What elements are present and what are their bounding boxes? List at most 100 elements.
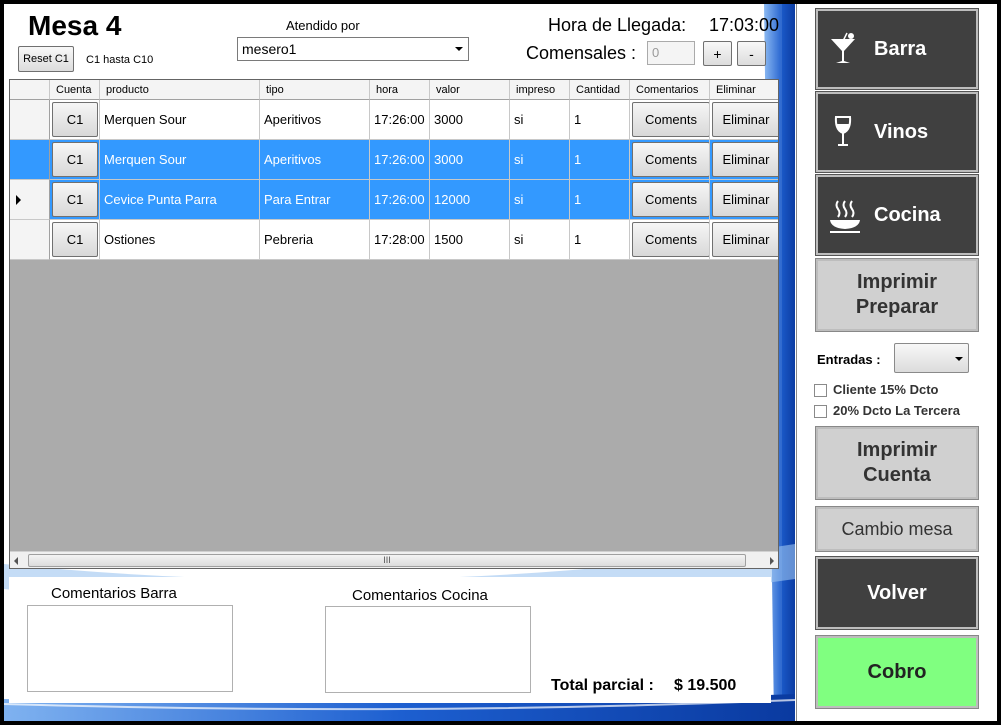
column-header-eliminar[interactable]: Eliminar: [710, 80, 778, 100]
entradas-label: Entradas :: [817, 352, 881, 367]
column-header-hora[interactable]: hora: [370, 80, 430, 100]
eliminar-button[interactable]: Eliminar: [712, 142, 778, 177]
arrival-time-label: Hora de Llegada:: [548, 15, 687, 35]
eliminar-cell: Eliminar: [710, 140, 778, 180]
impreso-cell[interactable]: si: [510, 180, 570, 220]
hora-cell[interactable]: 17:26:00: [370, 100, 430, 140]
vinos-label: Vinos: [874, 120, 929, 143]
print-bill-button[interactable]: Imprimir Cuenta: [815, 426, 979, 500]
hora-cell[interactable]: 17:26:00: [370, 180, 430, 220]
print-bill-label-1: Imprimir: [856, 439, 938, 461]
tipo-cell[interactable]: Aperitivos: [260, 140, 370, 180]
coments-button[interactable]: Coments: [632, 142, 709, 177]
cantidad-cell[interactable]: 1: [570, 100, 630, 140]
eliminar-button[interactable]: Eliminar: [712, 222, 778, 257]
coments-button[interactable]: Coments: [632, 222, 709, 257]
impreso-cell[interactable]: si: [510, 220, 570, 260]
eliminar-cell: Eliminar: [710, 100, 778, 140]
cliente-discount-checkbox[interactable]: [814, 384, 827, 397]
column-header-comentarios[interactable]: Comentarios: [630, 80, 710, 100]
subtotal-label: Total parcial :: [551, 677, 654, 694]
subtotal-value: $ 19.500: [674, 677, 737, 694]
valor-cell[interactable]: 1500: [430, 220, 510, 260]
volver-label: Volver: [867, 581, 927, 604]
cantidad-cell[interactable]: 1: [570, 220, 630, 260]
cantidad-cell[interactable]: 1: [570, 140, 630, 180]
diners-input[interactable]: 0: [647, 41, 695, 65]
impreso-cell[interactable]: si: [510, 100, 570, 140]
comentarios-cell: Coments: [630, 140, 710, 180]
reset-c1-button[interactable]: Reset C1: [18, 46, 74, 72]
diners-label: Comensales :: [526, 43, 637, 63]
scroll-right-icon[interactable]: [770, 557, 774, 565]
cocina-button[interactable]: Cocina: [815, 174, 979, 256]
row-header[interactable]: [10, 100, 50, 140]
cuenta-cell: C1: [50, 180, 100, 220]
row-header[interactable]: [10, 140, 50, 180]
eliminar-button[interactable]: Eliminar: [712, 182, 778, 217]
app-window: Mesa 4 Reset C1 C1 hasta C10 Atendido po…: [4, 4, 997, 721]
impreso-cell[interactable]: si: [510, 140, 570, 180]
column-header-impreso[interactable]: impreso: [510, 80, 570, 100]
hora-cell[interactable]: 17:26:00: [370, 140, 430, 180]
volver-button[interactable]: Volver: [815, 556, 979, 630]
barra-label: Barra: [874, 37, 927, 60]
horizontal-scrollbar[interactable]: III: [10, 551, 778, 568]
cuenta-button[interactable]: C1: [52, 182, 98, 217]
coments-button[interactable]: Coments: [632, 102, 709, 137]
cocina-label: Cocina: [874, 203, 941, 226]
producto-cell[interactable]: Ostiones: [100, 220, 260, 260]
hora-cell[interactable]: 17:28:00: [370, 220, 430, 260]
attended-by-label: Atendido por: [286, 18, 360, 33]
comentarios-cell: Coments: [630, 180, 710, 220]
kitchen-comments-textarea[interactable]: [325, 606, 531, 693]
scroll-left-icon[interactable]: [14, 557, 18, 565]
chevron-down-icon: [955, 357, 963, 361]
column-header-tipo[interactable]: tipo: [260, 80, 370, 100]
tipo-cell[interactable]: Pebreria: [260, 220, 370, 260]
account-range-label: C1 hasta C10: [86, 54, 154, 66]
producto-cell[interactable]: Merquen Sour: [100, 140, 260, 180]
cuenta-button[interactable]: C1: [52, 102, 98, 137]
waiter-select[interactable]: mesero1: [237, 37, 469, 61]
cuenta-button[interactable]: C1: [52, 222, 98, 257]
valor-cell[interactable]: 12000: [430, 180, 510, 220]
eliminar-cell: Eliminar: [710, 220, 778, 260]
steaming-bowl-icon: [830, 200, 860, 233]
tipo-cell[interactable]: Para Entrar: [260, 180, 370, 220]
order-grid: Cuenta producto tipo hora valor impreso …: [9, 79, 779, 569]
waiter-select-value: mesero1: [242, 41, 297, 57]
tercera-discount-checkbox[interactable]: [814, 405, 827, 418]
column-header-cuenta[interactable]: Cuenta: [50, 80, 100, 100]
column-header-producto[interactable]: producto: [100, 80, 260, 100]
row-header[interactable]: [10, 220, 50, 260]
producto-cell[interactable]: Cevice Punta Parra: [100, 180, 260, 220]
row-header[interactable]: [10, 180, 50, 220]
producto-cell[interactable]: Merquen Sour: [100, 100, 260, 140]
column-header-valor[interactable]: valor: [430, 80, 510, 100]
coments-button[interactable]: Coments: [632, 182, 709, 217]
grid-corner-header: [10, 80, 50, 100]
print-prepare-button[interactable]: Imprimir Preparar: [815, 258, 979, 332]
change-table-button[interactable]: Cambio mesa: [815, 506, 979, 552]
vinos-button[interactable]: Vinos: [815, 91, 979, 173]
cantidad-cell[interactable]: 1: [570, 180, 630, 220]
valor-cell[interactable]: 3000: [430, 100, 510, 140]
cuenta-cell: C1: [50, 140, 100, 180]
barra-button[interactable]: Barra: [815, 8, 979, 90]
eliminar-button[interactable]: Eliminar: [712, 102, 778, 137]
cuenta-button[interactable]: C1: [52, 142, 98, 177]
bar-comments-textarea[interactable]: [27, 605, 233, 692]
tipo-cell[interactable]: Aperitivos: [260, 100, 370, 140]
scroll-thumb[interactable]: III: [28, 554, 746, 567]
comentarios-cell: Coments: [630, 100, 710, 140]
diners-minus-button[interactable]: -: [737, 41, 766, 66]
entradas-select[interactable]: [894, 343, 969, 373]
diners-plus-button[interactable]: +: [703, 41, 732, 66]
cobro-button[interactable]: Cobro: [815, 635, 979, 709]
column-header-cantidad[interactable]: Cantidad: [570, 80, 630, 100]
print-bill-label-2: Cuenta: [863, 464, 931, 486]
arrival-time-value: 17:03:00: [709, 15, 780, 35]
valor-cell[interactable]: 3000: [430, 140, 510, 180]
cuenta-cell: C1: [50, 100, 100, 140]
